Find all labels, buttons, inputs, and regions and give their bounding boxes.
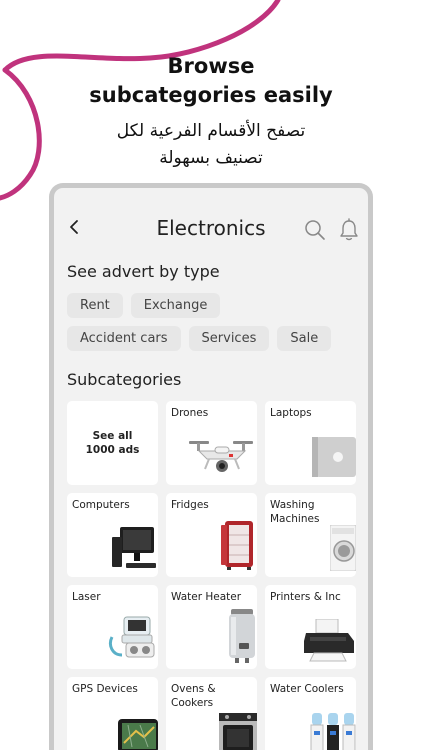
subcategory-label: Printers & Inc — [270, 591, 341, 603]
search-icon[interactable] — [304, 219, 326, 241]
subcategory-label: Washing Machines — [270, 499, 320, 525]
subcategory-printers[interactable]: Printers & Inc — [265, 585, 356, 669]
fridge-icon — [221, 521, 253, 570]
see-all-line1: See all — [92, 430, 133, 442]
drone-icon — [189, 441, 253, 472]
water-heater-icon — [229, 609, 255, 663]
app-header: Electronics — [54, 188, 368, 260]
see-all-tile[interactable]: See all 1000 ads — [67, 401, 158, 485]
printer-icon — [304, 619, 354, 662]
phone-frame: Electronics See advert by type Rent Exch… — [49, 183, 373, 750]
promo-headline: Browse subcategories easily — [0, 52, 422, 110]
advert-type-chips: Rent Exchange Accident cars Services Sal… — [54, 281, 354, 351]
promo-arabic-line1: تصفح الأقسام الفرعية لكل — [116, 121, 306, 141]
subcategory-label: Computers — [72, 499, 130, 511]
promo-text: Browse subcategories easily تصفح الأقسام… — [0, 52, 422, 172]
subcategory-label: Ovens & Cookers — [171, 683, 216, 709]
subcategories-title: Subcategories — [67, 370, 182, 389]
subcategory-ovens[interactable]: Ovens & Cookers — [166, 677, 257, 750]
subcategory-label: Fridges — [171, 499, 209, 511]
subcategory-grid: See all 1000 ads Drones Laptops Computer… — [54, 389, 368, 750]
promo-headline-line1: Browse — [167, 54, 255, 78]
subcategory-fridges[interactable]: Fridges — [166, 493, 257, 577]
promo-arabic-line2: تصنيف بسهولة — [159, 148, 263, 168]
promo-arabic: تصفح الأقسام الفرعية لكل تصنيف بسهولة — [0, 118, 422, 172]
chip-rent[interactable]: Rent — [67, 293, 123, 318]
subcategory-label: Laser — [72, 591, 101, 603]
subcategory-label: Drones — [171, 407, 209, 419]
subcategory-laptops[interactable]: Laptops — [265, 401, 356, 485]
water-cooler-icon — [310, 713, 356, 750]
subcategory-label: Water Heater — [171, 591, 242, 603]
laptop-icon — [312, 437, 356, 477]
chip-exchange[interactable]: Exchange — [130, 293, 221, 318]
subcategory-laser[interactable]: Laser — [67, 585, 158, 669]
laser-device-icon — [108, 616, 155, 658]
subcategory-label: GPS Devices — [72, 683, 138, 695]
chip-accident-cars[interactable]: Accident cars — [67, 326, 181, 351]
computer-icon — [112, 527, 156, 568]
subcategory-water-heater[interactable]: Water Heater — [166, 585, 257, 669]
promo-headline-line2: subcategories easily — [89, 83, 333, 107]
subcategory-computers[interactable]: Computers — [67, 493, 158, 577]
subcategory-gps-devices[interactable]: GPS Devices — [67, 677, 158, 750]
see-all-line2: 1000 ads — [85, 444, 140, 456]
subcategory-label: Laptops — [270, 407, 312, 419]
subcategory-label: Water Coolers — [270, 683, 344, 695]
see-all-label: See all 1000 ads — [86, 429, 140, 457]
advert-type-title: See advert by type — [67, 262, 220, 281]
subcategory-drones[interactable]: Drones — [166, 401, 257, 485]
oven-icon — [219, 713, 257, 750]
subcategory-washing-machines[interactable]: Washing Machines — [265, 493, 356, 577]
subcategory-water-coolers[interactable]: Water Coolers — [265, 677, 356, 750]
gps-device-icon — [118, 719, 158, 750]
chip-services[interactable]: Services — [188, 326, 270, 351]
bell-icon[interactable] — [338, 218, 360, 242]
washing-machine-icon — [330, 525, 356, 571]
chip-sale[interactable]: Sale — [277, 326, 332, 351]
